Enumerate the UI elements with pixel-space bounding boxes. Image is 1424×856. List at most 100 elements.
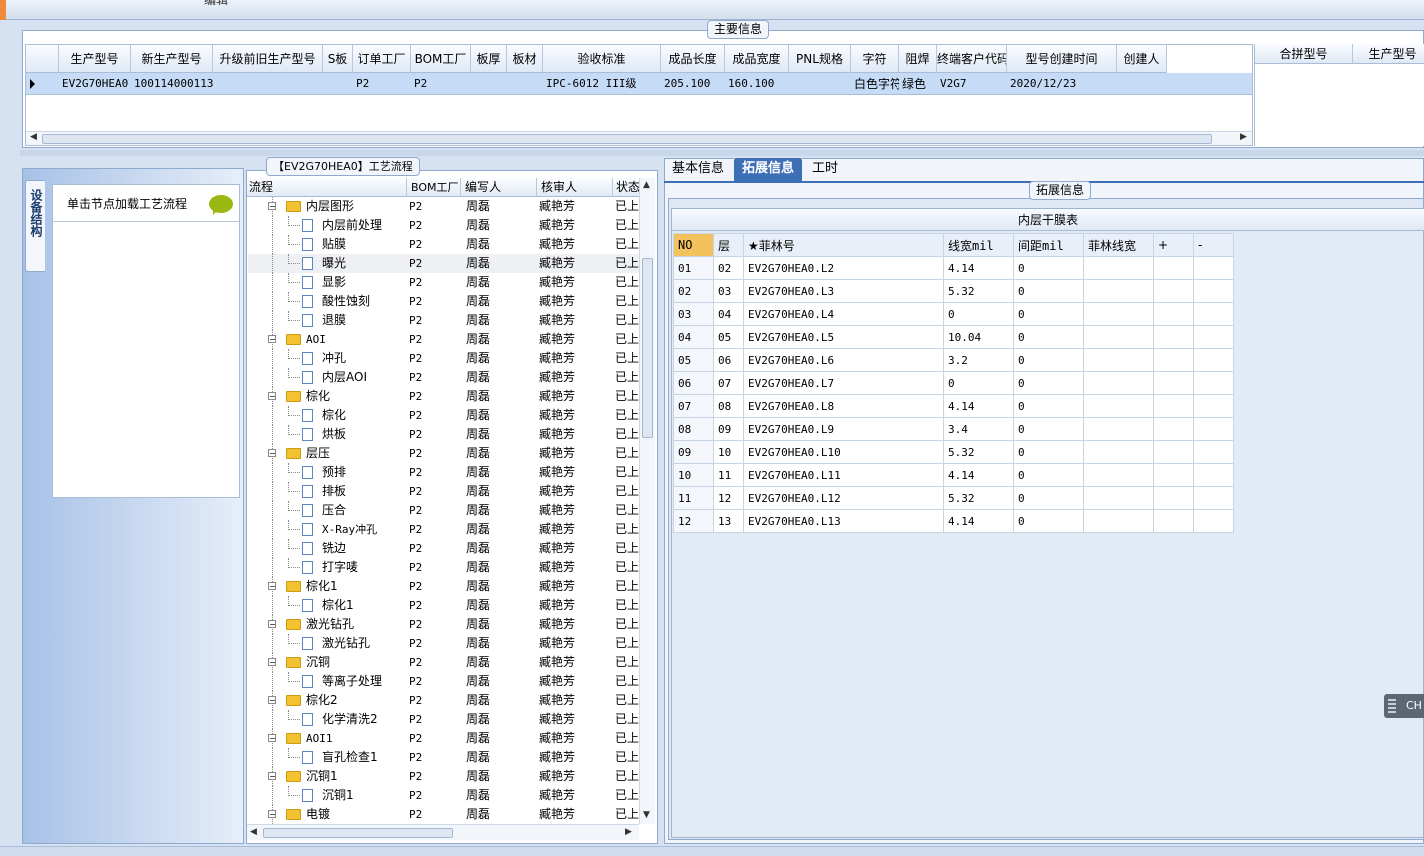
inner-cell[interactable]: 06 (673, 371, 714, 395)
inner-cell[interactable] (1083, 325, 1154, 349)
table-row[interactable]: 03 04 EV2G70HEA0.L4 0 0 (673, 302, 1234, 326)
inner-cell[interactable] (1193, 256, 1234, 280)
tree-row[interactable]: 内层前处理 P2 周磊 臧艳芳 已上 (248, 216, 640, 235)
main-cell[interactable] (789, 73, 851, 95)
inner-cell[interactable]: 03 (673, 302, 714, 326)
inner-cell[interactable]: 10.04 (943, 325, 1014, 349)
inner-cell[interactable] (1193, 348, 1234, 372)
inner-cell[interactable]: 02 (673, 279, 714, 303)
inner-cell[interactable] (1083, 463, 1154, 487)
main-cell[interactable]: 白色字符 (851, 73, 899, 95)
tree-row[interactable]: 退膜 P2 周磊 臧艳芳 已上 (248, 311, 640, 330)
inner-col-header[interactable]: + (1153, 233, 1194, 257)
device-tree-panel[interactable]: 单击节点加载工艺流程 (52, 184, 240, 498)
inner-cell[interactable]: 0 (1013, 509, 1084, 533)
inner-cell[interactable]: 3.4 (943, 417, 1014, 441)
col-header-writer[interactable]: 编写人 (460, 178, 536, 197)
tree-row[interactable]: − 电镀 P2 周磊 臧艳芳 已上 (248, 805, 640, 824)
inner-cell[interactable]: 5.32 (943, 440, 1014, 464)
inner-cell[interactable]: 10 (673, 463, 714, 487)
tree-row[interactable]: − 激光钻孔 P2 周磊 臧艳芳 已上 (248, 615, 640, 634)
inner-cell[interactable] (1153, 325, 1194, 349)
inner-cell[interactable] (1153, 440, 1194, 464)
inner-cell[interactable]: 09 (713, 417, 744, 441)
main-col-header[interactable]: 阻焊 (899, 45, 937, 73)
inner-cell[interactable] (1083, 440, 1154, 464)
main-cell[interactable] (1117, 73, 1167, 95)
collapse-toggle-icon[interactable]: − (268, 335, 276, 344)
inner-cell[interactable] (1083, 279, 1154, 303)
inner-cell[interactable] (1193, 440, 1234, 464)
inner-cell[interactable]: 0 (1013, 256, 1084, 280)
tree-row[interactable]: 盲孔检查1 P2 周磊 臧艳芳 已上 (248, 748, 640, 767)
scroll-thumb[interactable] (42, 134, 1212, 144)
tree-row[interactable]: − 棕化 P2 周磊 臧艳芳 已上 (248, 387, 640, 406)
main-col-header[interactable]: 订单工厂 (353, 45, 411, 73)
inner-cell[interactable] (1193, 325, 1234, 349)
table-row[interactable]: 04 05 EV2G70HEA0.L5 10.04 0 (673, 325, 1234, 349)
main-cell[interactable]: P2 (411, 73, 471, 95)
process-flow-vscrollbar[interactable]: ▲ ▼ (639, 178, 655, 824)
table-row[interactable]: 09 10 EV2G70HEA0.L10 5.32 0 (673, 440, 1234, 464)
inner-cell[interactable]: 0 (1013, 302, 1084, 326)
tree-row[interactable]: − AOI P2 周磊 臧艳芳 已上 (248, 330, 640, 349)
inner-cell[interactable] (1083, 348, 1154, 372)
hscroll-right-arrow[interactable]: ▶ (625, 827, 632, 837)
inner-cell[interactable] (1193, 509, 1234, 533)
inner-col-header[interactable]: 菲林线宽 (1083, 233, 1154, 257)
tree-row[interactable]: 冲孔 P2 周磊 臧艳芳 已上 (248, 349, 640, 368)
inner-cell[interactable]: 4.14 (943, 394, 1014, 418)
tree-row[interactable]: 棕化1 P2 周磊 臧艳芳 已上 (248, 596, 640, 615)
main-cell[interactable]: 绿色 (899, 73, 937, 95)
collapse-toggle-icon[interactable]: − (268, 772, 276, 781)
inner-cell[interactable]: 05 (673, 348, 714, 372)
inner-cell[interactable]: 0 (1013, 325, 1084, 349)
inner-cell[interactable]: EV2G70HEA0.L10 (743, 440, 944, 464)
inner-cell[interactable]: 05 (713, 325, 744, 349)
top-menu-partial[interactable]: 编辑 (204, 0, 228, 8)
tree-row[interactable]: − 内层图形 P2 周磊 臧艳芳 已上 (248, 197, 640, 216)
tree-row[interactable]: 内层AOI P2 周磊 臧艳芳 已上 (248, 368, 640, 387)
inner-col-header[interactable]: NO (673, 233, 714, 257)
inner-cell[interactable] (1193, 486, 1234, 510)
collapse-toggle-icon[interactable]: − (268, 449, 276, 458)
tree-row[interactable]: 烘板 P2 周磊 臧艳芳 已上 (248, 425, 640, 444)
vscroll-thumb[interactable] (642, 258, 653, 438)
inner-cell[interactable] (1153, 302, 1194, 326)
inner-cell[interactable]: EV2G70HEA0.L4 (743, 302, 944, 326)
inner-cell[interactable]: 03 (713, 279, 744, 303)
inner-cell[interactable] (1193, 463, 1234, 487)
inner-cell[interactable] (1083, 509, 1154, 533)
tree-row[interactable]: − 层压 P2 周磊 臧艳芳 已上 (248, 444, 640, 463)
inner-cell[interactable] (1153, 417, 1194, 441)
col-header-status[interactable]: 状态 (612, 178, 642, 197)
inner-cell[interactable]: 4.14 (943, 256, 1014, 280)
main-cell[interactable] (213, 73, 323, 95)
tree-row[interactable]: 打字唛 P2 周磊 臧艳芳 已上 (248, 558, 640, 577)
tree-row[interactable]: 贴膜 P2 周磊 臧艳芳 已上 (248, 235, 640, 254)
inner-cell[interactable]: EV2G70HEA0.L6 (743, 348, 944, 372)
inner-cell[interactable]: EV2G70HEA0.L2 (743, 256, 944, 280)
inner-col-header[interactable]: ★菲林号 (743, 233, 944, 257)
table-row[interactable]: 08 09 EV2G70HEA0.L9 3.4 0 (673, 417, 1234, 441)
inner-cell[interactable] (1153, 463, 1194, 487)
inner-cell[interactable]: 12 (713, 486, 744, 510)
main-cell[interactable] (471, 73, 507, 95)
inner-cell[interactable]: 09 (673, 440, 714, 464)
main-cell[interactable]: 2020/12/23 (1007, 73, 1117, 95)
inner-cell[interactable]: 12 (673, 509, 714, 533)
inner-cell[interactable]: 3.2 (943, 348, 1014, 372)
tree-row[interactable]: − 棕化2 P2 周磊 臧艳芳 已上 (248, 691, 640, 710)
tree-row[interactable]: − AOI1 P2 周磊 臧艳芳 已上 (248, 729, 640, 748)
collapse-toggle-icon[interactable]: − (268, 582, 276, 591)
inner-cell[interactable]: 5.32 (943, 279, 1014, 303)
horizontal-splitter[interactable] (20, 150, 1424, 156)
col-header-reviewer[interactable]: 核审人 (536, 178, 612, 197)
inner-cell[interactable] (1153, 394, 1194, 418)
tree-row[interactable]: 等离子处理 P2 周磊 臧艳芳 已上 (248, 672, 640, 691)
table-row[interactable]: 11 12 EV2G70HEA0.L12 5.32 0 (673, 486, 1234, 510)
inner-cell[interactable] (1153, 348, 1194, 372)
inner-cell[interactable] (1083, 417, 1154, 441)
inner-cell[interactable] (1193, 279, 1234, 303)
tree-row[interactable]: 激光钻孔 P2 周磊 臧艳芳 已上 (248, 634, 640, 653)
